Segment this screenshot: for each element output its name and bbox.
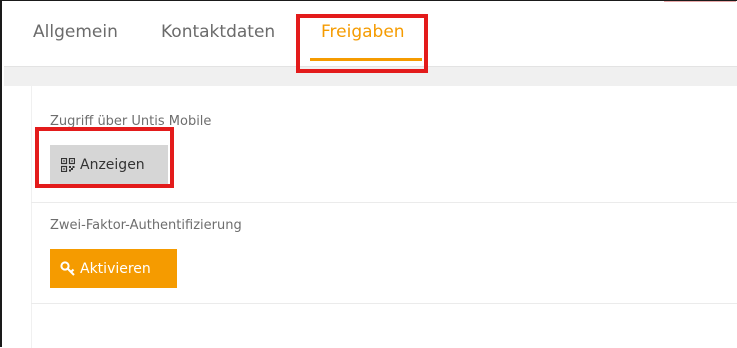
tab-allgemein[interactable]: Allgemein xyxy=(33,22,118,42)
tab-freigaben[interactable]: Freigaben xyxy=(321,22,405,42)
show-button-label: Anzeigen xyxy=(80,156,145,173)
qr-code-icon xyxy=(60,157,76,173)
tab-bar: Allgemein Kontaktdaten Freigaben xyxy=(4,2,737,67)
two-factor-label: Zwei-Faktor-Authentifizierung xyxy=(50,218,242,233)
settings-window: Allgemein Kontaktdaten Freigaben Zugriff… xyxy=(0,0,737,348)
content-gap xyxy=(4,67,737,86)
key-icon xyxy=(60,260,76,277)
show-button[interactable]: Anzeigen xyxy=(50,145,168,184)
activate-button[interactable]: Aktivieren xyxy=(50,249,177,288)
activate-button-label: Aktivieren xyxy=(80,260,151,277)
section-divider xyxy=(31,303,737,304)
section-divider xyxy=(31,202,737,203)
active-tab-underline xyxy=(310,58,422,61)
tab-kontaktdaten[interactable]: Kontaktdaten xyxy=(161,22,275,42)
mobile-access-label: Zugriff über Untis Mobile xyxy=(50,114,212,129)
